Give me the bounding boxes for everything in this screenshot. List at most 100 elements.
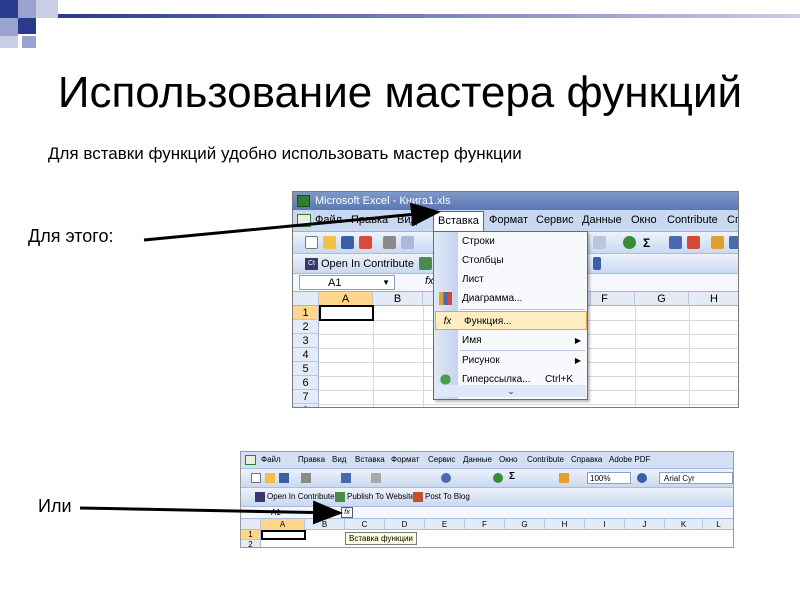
autosum-icon[interactable]: Σ	[643, 236, 656, 250]
menu-data[interactable]: Данные	[463, 455, 492, 464]
column-header[interactable]: L	[703, 519, 733, 530]
chevron-down-icon[interactable]: ▼	[382, 276, 390, 290]
print-icon[interactable]	[301, 473, 311, 483]
menu-item-sheet[interactable]: Лист	[434, 270, 587, 289]
blog-icon	[413, 492, 423, 502]
row-header[interactable]: 1	[293, 306, 319, 320]
column-header[interactable]: K	[665, 519, 703, 530]
menu-contribute[interactable]: Contribute	[667, 214, 718, 226]
preview-icon[interactable]	[401, 236, 414, 249]
save-icon[interactable]	[279, 473, 289, 483]
cut-icon[interactable]	[371, 473, 381, 483]
column-header[interactable]: A	[261, 519, 305, 530]
menu-item-label: Лист	[462, 274, 484, 285]
permission-icon[interactable]	[359, 236, 372, 249]
name-box[interactable]: A1 ▼	[299, 275, 395, 290]
menu-data[interactable]: Данные	[582, 214, 622, 226]
expand-menu-chevron-icon[interactable]: ⌄	[436, 385, 586, 397]
chart-wizard-icon[interactable]	[711, 236, 724, 249]
font-box[interactable]: Arial Cyr	[659, 472, 733, 484]
spelling-icon[interactable]	[341, 473, 351, 483]
menu-item-name[interactable]: Имя ▶	[434, 331, 587, 350]
menu-file[interactable]: Файл	[261, 455, 281, 464]
name-box[interactable]: A1	[245, 508, 317, 518]
row-header[interactable]: 4	[293, 348, 319, 362]
help-icon[interactable]	[637, 473, 647, 483]
new-icon[interactable]	[251, 473, 261, 483]
open-in-contribute-button[interactable]: Open In Contribute	[255, 491, 335, 503]
menu-item-rows[interactable]: Строки	[434, 232, 587, 251]
menu-item-picture[interactable]: Рисунок ▶	[434, 351, 587, 370]
redo-icon[interactable]	[593, 236, 606, 249]
column-header[interactable]: D	[385, 519, 425, 530]
menu-help[interactable]: Сп	[727, 214, 738, 226]
column-header[interactable]: C	[345, 519, 385, 530]
menu-item-columns[interactable]: Столбцы	[434, 251, 587, 270]
column-header[interactable]: H	[689, 292, 738, 306]
menu-item-function[interactable]: fx Функция...	[435, 311, 587, 330]
column-header[interactable]: G	[635, 292, 689, 306]
column-header[interactable]: H	[545, 519, 585, 530]
new-icon[interactable]	[305, 236, 318, 249]
open-icon[interactable]	[323, 236, 336, 249]
drawing-icon[interactable]	[729, 236, 738, 249]
menu-format[interactable]: Формат	[489, 214, 528, 226]
column-header[interactable]: B	[305, 519, 345, 530]
open-icon[interactable]	[265, 473, 275, 483]
column-header[interactable]: A	[319, 292, 373, 306]
row-header[interactable]: 5	[293, 362, 319, 376]
publish-icon[interactable]	[419, 257, 432, 270]
window-title: Microsoft Excel - Книга1.xls	[315, 195, 451, 207]
zoom-value: 100%	[590, 474, 611, 483]
row-header[interactable]: 2	[293, 320, 319, 334]
column-header[interactable]: B	[373, 292, 423, 306]
row-header[interactable]: 1	[241, 530, 261, 540]
menu-help[interactable]: Справка	[571, 455, 602, 464]
menu-window[interactable]: Окно	[631, 214, 657, 226]
row-header[interactable]: 7	[293, 390, 319, 404]
menu-contribute[interactable]: Contribute	[527, 455, 564, 464]
hyperlink-icon[interactable]	[493, 473, 503, 483]
row-header[interactable]: 8	[293, 404, 319, 407]
column-header[interactable]: I	[585, 519, 625, 530]
menu-file[interactable]: Файл	[315, 214, 342, 226]
undo-icon[interactable]	[441, 473, 451, 483]
menu-view[interactable]: Вид	[397, 214, 417, 226]
autosum-icon[interactable]: Σ	[509, 471, 515, 482]
menu-edit[interactable]: Правка	[351, 214, 388, 226]
corner-cell[interactable]	[241, 519, 261, 530]
menu-window[interactable]: Окно	[499, 455, 518, 464]
zoom-box[interactable]: 100%	[587, 472, 631, 484]
selected-cell-a1[interactable]	[261, 530, 306, 540]
menu-edit[interactable]: Правка	[298, 455, 325, 464]
insert-function-button[interactable]: fx	[341, 507, 353, 518]
menu-insert[interactable]: Вставка	[355, 455, 385, 464]
column-header[interactable]: G	[505, 519, 545, 530]
publish-to-website-button[interactable]: Publish To Website	[335, 491, 415, 503]
row-header[interactable]: 6	[293, 376, 319, 390]
label-or: Или	[38, 496, 72, 516]
open-in-contribute-button[interactable]: Ct Open In Contribute	[305, 256, 414, 272]
menu-format[interactable]: Формат	[391, 455, 419, 464]
sort-asc-icon[interactable]	[669, 236, 682, 249]
menu-tools[interactable]: Сервис	[536, 214, 574, 226]
column-header[interactable]: F	[465, 519, 505, 530]
row-header[interactable]: 3	[293, 334, 319, 348]
menu-insert[interactable]: Вставка	[433, 211, 484, 232]
corner-cell[interactable]	[293, 292, 319, 306]
menu-item-chart[interactable]: Диаграмма...	[434, 289, 587, 308]
hyperlink-icon[interactable]	[623, 236, 636, 249]
row-header[interactable]: 2	[241, 540, 261, 547]
column-header[interactable]: J	[625, 519, 665, 530]
sort-desc-icon[interactable]	[687, 236, 700, 249]
toolbar-options-icon[interactable]	[593, 257, 601, 270]
column-header[interactable]: E	[425, 519, 465, 530]
chart-wizard-icon[interactable]	[559, 473, 569, 483]
menu-view[interactable]: Вид	[332, 455, 346, 464]
save-icon[interactable]	[341, 236, 354, 249]
menu-adobe-pdf[interactable]: Adobe PDF	[609, 455, 650, 464]
post-to-blog-button[interactable]: Post To Blog	[413, 491, 470, 503]
print-icon[interactable]	[383, 236, 396, 249]
selected-cell-a1[interactable]	[319, 305, 374, 321]
menu-tools[interactable]: Сервис	[428, 455, 455, 464]
